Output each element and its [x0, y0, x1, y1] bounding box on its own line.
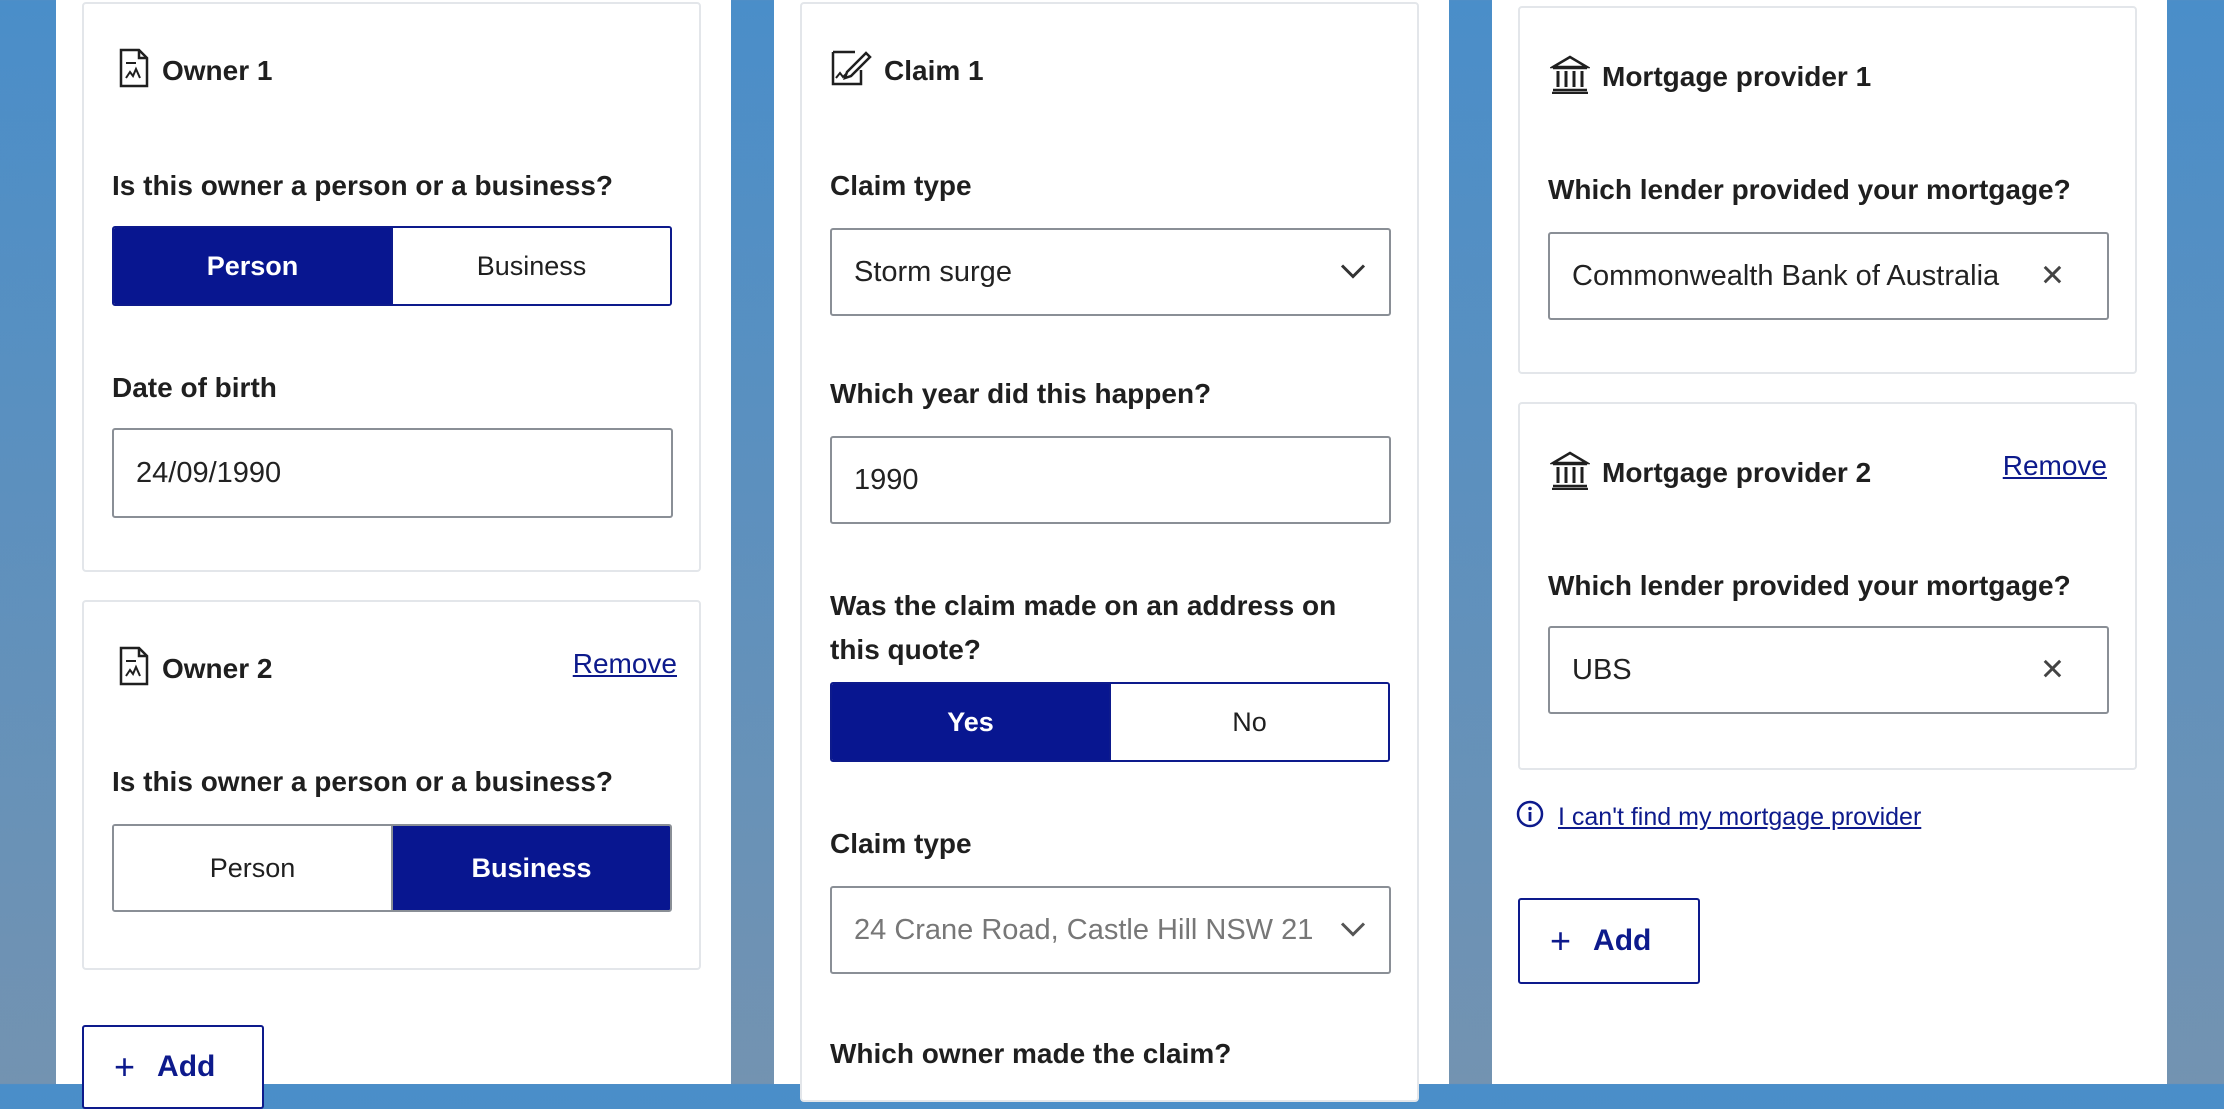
owner-2-type-question: Is this owner a person or a business?	[112, 766, 614, 797]
mortgage-provider-1-title: Mortgage provider 1	[1602, 60, 1872, 92]
mortgage-provider-1-value: Commonwealth Bank of Australia	[1572, 259, 2000, 292]
claim-address-question-line1: Was the claim made on an address on	[830, 590, 1337, 621]
add-mortgage-provider-label: Add	[1593, 924, 1652, 957]
chevron-down-icon	[1339, 914, 1367, 947]
close-icon[interactable]: ✕	[2040, 259, 2065, 294]
add-owner-button[interactable]: + Add	[82, 1025, 264, 1109]
add-owner-label: Add	[157, 1050, 216, 1083]
claim-address-yes-option[interactable]: Yes	[832, 684, 1109, 760]
claims-panel: Claim 1 Claim type Storm surge Which yea…	[774, 0, 1449, 1102]
claim-year-label: Which year did this happen?	[830, 378, 1212, 409]
claim-year-field[interactable]: 1990	[830, 436, 1391, 524]
claim-address-value: 24 Crane Road, Castle Hill NSW 21	[854, 913, 1314, 946]
owner-1-person-option[interactable]: Person	[114, 228, 391, 304]
owner-2-remove-link[interactable]: Remove	[573, 648, 677, 680]
claim-address-no-option[interactable]: No	[1109, 684, 1388, 760]
claim-address-select[interactable]: 24 Crane Road, Castle Hill NSW 21	[830, 886, 1391, 974]
claim-address-question-line2: this quote?	[830, 634, 981, 665]
cant-find-provider-link[interactable]: I can't find my mortgage provider	[1516, 800, 1921, 835]
chevron-down-icon	[1339, 256, 1367, 289]
plus-icon: +	[1550, 920, 1572, 961]
owner-1-dob-label: Date of birth	[112, 372, 277, 403]
document-icon	[118, 646, 150, 691]
mortgage-provider-1-field[interactable]: Commonwealth Bank of Australia ✕	[1548, 232, 2109, 320]
close-icon[interactable]: ✕	[2040, 653, 2065, 688]
claim-year-value: 1990	[854, 463, 919, 496]
mortgage-provider-2-field[interactable]: UBS ✕	[1548, 626, 2109, 714]
owner-1-title: Owner 1	[162, 54, 273, 86]
bank-icon	[1548, 54, 1592, 99]
mortgage-provider-2-card: Mortgage provider 2 Remove Which lender …	[1518, 402, 2137, 770]
mortgage-provider-2-title: Mortgage provider 2	[1602, 456, 1872, 488]
mortgage-provider-2-remove-link[interactable]: Remove	[2003, 450, 2107, 482]
document-icon	[118, 48, 150, 93]
claim-owner-question: Which owner made the claim?	[830, 1038, 1232, 1069]
signed-document-icon	[830, 48, 872, 93]
claim-address-toggle: Yes No	[830, 682, 1390, 762]
owner-2-person-option[interactable]: Person	[114, 826, 391, 910]
owner-1-card: Owner 1 Is this owner a person or a busi…	[82, 2, 701, 572]
claim-1-title: Claim 1	[884, 54, 984, 86]
plus-icon: +	[114, 1046, 136, 1087]
claim-type-select[interactable]: Storm surge	[830, 228, 1391, 316]
cant-find-provider-label: I can't find my mortgage provider	[1558, 803, 1922, 831]
bank-icon	[1548, 450, 1592, 495]
add-mortgage-provider-button[interactable]: + Add	[1518, 898, 1700, 984]
owners-panel: Owner 1 Is this owner a person or a busi…	[56, 0, 731, 1109]
claim-type-value: Storm surge	[854, 255, 1012, 288]
info-icon	[1516, 800, 1544, 835]
owner-2-card: Owner 2 Remove Is this owner a person or…	[82, 600, 701, 970]
claim-type-label: Claim type	[830, 170, 972, 201]
mortgage-provider-1-question: Which lender provided your mortgage?	[1548, 174, 2071, 205]
mortgage-panel: Mortgage provider 1 Which lender provide…	[1492, 0, 2167, 1084]
owner-1-type-toggle: Person Business	[112, 226, 672, 306]
owner-2-type-toggle: Person Business	[112, 824, 672, 912]
owner-1-dob-field[interactable]: 24/09/1990	[112, 428, 673, 518]
claim-1-card: Claim 1 Claim type Storm surge Which yea…	[800, 2, 1419, 1102]
owner-1-type-question: Is this owner a person or a business?	[112, 170, 614, 201]
mortgage-provider-2-question: Which lender provided your mortgage?	[1548, 570, 2071, 601]
owner-1-business-option[interactable]: Business	[391, 228, 670, 304]
claim-type-2-label: Claim type	[830, 828, 972, 859]
owner-2-title: Owner 2	[162, 652, 273, 684]
owner-1-dob-value: 24/09/1990	[136, 456, 282, 489]
owner-2-business-option[interactable]: Business	[391, 826, 670, 910]
mortgage-provider-1-card: Mortgage provider 1 Which lender provide…	[1518, 6, 2137, 374]
mortgage-provider-2-value: UBS	[1572, 653, 1632, 686]
